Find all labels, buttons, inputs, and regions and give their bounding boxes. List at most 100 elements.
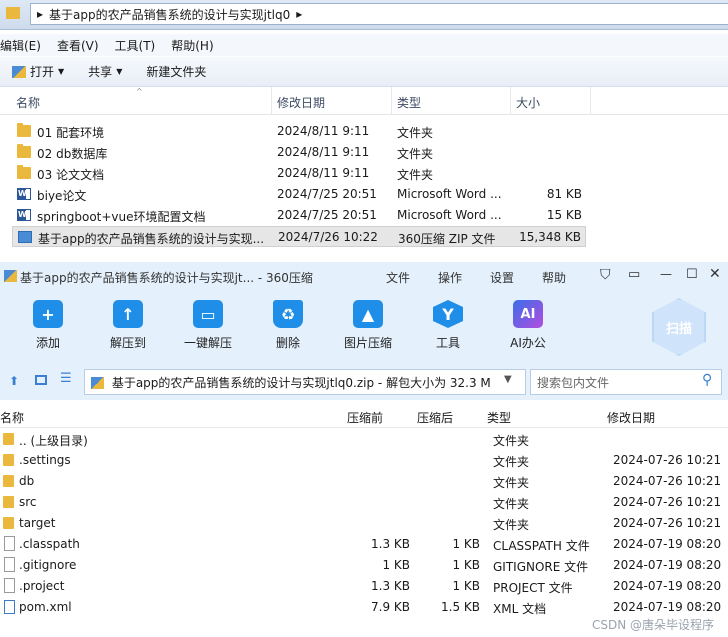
entry-size-before: 7.9 KB	[371, 600, 410, 614]
delete-icon: ♻	[273, 300, 303, 328]
image-compress-label: 图片压缩	[343, 336, 392, 350]
zip-menu-operate[interactable]: 操作	[438, 269, 462, 286]
column-type[interactable]: 类型	[397, 94, 421, 111]
address-path-text: 基于app的农产品销售系统的设计与实现jtlq0	[49, 7, 291, 22]
breadcrumb-dropdown-icon[interactable]: ▸	[296, 7, 302, 21]
xml-file-icon	[4, 600, 15, 614]
folder-icon	[17, 144, 31, 158]
zip-col-type[interactable]: 类型	[487, 409, 511, 426]
address-path[interactable]: ▸ 基于app的农产品销售系统的设计与实现jtlq0 ▸	[30, 3, 728, 25]
image-compress-button[interactable]: ▲ 图片压缩	[338, 300, 398, 358]
tools-label: 工具	[435, 336, 460, 350]
column-name[interactable]: 名称	[16, 94, 40, 111]
shirt-skin-icon[interactable]: ⛉	[600, 267, 611, 283]
image-compress-icon: ▲	[353, 300, 383, 328]
entry-size-before: 1.3 KB	[371, 537, 410, 551]
delete-button[interactable]: ♻ 删除	[258, 300, 318, 358]
close-icon[interactable]: ✕	[709, 266, 721, 282]
zip-entry-row[interactable]: src 文件夹 2024-07-26 10:21	[0, 492, 728, 513]
maximize-icon[interactable]: ☐	[686, 267, 698, 282]
list-view-icon[interactable]: ☰	[60, 371, 72, 386]
menu-view[interactable]: 查看(V)	[49, 37, 107, 54]
zip-column-header: 名称 压缩前 压缩后 类型 修改日期	[0, 404, 728, 428]
zip-entry-row[interactable]: db 文件夹 2024-07-26 10:21	[0, 471, 728, 492]
minimize-icon[interactable]: —	[660, 267, 672, 281]
file-type: Microsoft Word ...	[397, 208, 502, 222]
extract-to-button[interactable]: ↑ 解压到	[98, 300, 158, 358]
zip-entry-row[interactable]: .settings 文件夹 2024-07-26 10:21	[0, 450, 728, 471]
menu-tools[interactable]: 工具(T)	[107, 37, 164, 54]
zip-menu-file[interactable]: 文件	[386, 269, 410, 286]
entry-size-after: 1 KB	[452, 558, 480, 572]
file-icon	[4, 557, 15, 572]
zip-menu-settings[interactable]: 设置	[490, 269, 514, 286]
entry-name: .classpath	[19, 537, 80, 551]
explorer-toolbar: 打开 ▼ 共享 ▼ 新建文件夹	[0, 57, 728, 87]
scan-button[interactable]: 扫描	[652, 298, 706, 356]
breadcrumb-arrow-icon: ▸	[37, 7, 44, 21]
column-date[interactable]: 修改日期	[277, 94, 325, 111]
entry-name: src	[19, 495, 37, 509]
file-size: 15,348 KB	[519, 230, 581, 244]
path-dropdown-icon[interactable]: ▼	[504, 374, 512, 385]
entry-date: 2024-07-26 10:21	[613, 495, 722, 509]
file-row[interactable]: 02 db数据库 2024/8/11 9:11 文件夹	[12, 142, 586, 163]
entry-date: 2024-07-19 08:20	[613, 558, 722, 572]
zip-col-name[interactable]: 名称	[0, 409, 24, 426]
menu-help[interactable]: 帮助(H)	[163, 37, 221, 54]
tools-icon: Y	[433, 300, 463, 328]
zip-col-after[interactable]: 压缩后	[417, 409, 453, 426]
file-type: 360压缩 ZIP 文件	[398, 232, 496, 246]
file-row[interactable]: biye论文 2024/7/25 20:51 Microsoft Word ... 8…	[12, 184, 586, 205]
search-icon[interactable]: ⚲	[702, 372, 712, 388]
file-name: biye论文	[37, 189, 87, 203]
entry-type: XML 文档	[493, 602, 547, 616]
folder-icon	[3, 454, 14, 466]
zip-entry-row[interactable]: target 文件夹 2024-07-26 10:21	[0, 513, 728, 534]
file-size: 81 KB	[546, 187, 582, 201]
thumbnail-view-icon[interactable]	[35, 375, 47, 385]
share-button[interactable]: 共享 ▼	[76, 63, 134, 80]
entry-size-after: 1.5 KB	[441, 600, 480, 614]
chevron-down-icon: ▼	[58, 67, 65, 76]
zip-entry-row[interactable]: .gitignore 1 KB 1 KB GITIGNORE 文件 2024-07-19…	[0, 555, 728, 576]
ai-office-button[interactable]: AI AI办公	[498, 300, 558, 358]
open-button[interactable]: 打开 ▼	[0, 63, 76, 80]
share-label: 共享	[88, 65, 113, 79]
file-row[interactable]: springboot+vue环境配置文档 2024/7/25 20:51 Micro…	[12, 205, 586, 226]
new-folder-label: 新建文件夹	[146, 65, 207, 79]
tools-button[interactable]: Y 工具	[418, 300, 478, 358]
zip-entry-row[interactable]: .. (上级目录) 文件夹	[0, 429, 728, 450]
zip-title-bar: 基于app的农产品销售系统的设计与实现jt... - 360压缩 文件 操作 设…	[0, 262, 728, 292]
file-row[interactable]: 01 配套环境 2024/8/11 9:11 文件夹	[12, 121, 586, 142]
column-size[interactable]: 大小	[516, 94, 540, 111]
extract-to-label: 解压到	[109, 336, 146, 350]
zip-col-before[interactable]: 压缩前	[347, 409, 383, 426]
new-folder-button[interactable]: 新建文件夹	[134, 63, 218, 80]
zip-entry-row[interactable]: .project 1.3 KB 1 KB PROJECT 文件 2024-07-19 0…	[0, 576, 728, 597]
add-button[interactable]: + 添加	[18, 300, 78, 358]
zip-col-modified[interactable]: 修改日期	[607, 409, 655, 426]
watermark: CSDN @唐朵毕设程序	[592, 618, 715, 632]
zip-toolbar: + 添加 ↑ 解压到 ▭ 一键解压 ♻ 删除 ▲ 图片压缩 Y 工具 AI AI…	[0, 292, 728, 364]
entry-name: .gitignore	[19, 558, 77, 572]
word-doc-icon	[17, 188, 31, 200]
delete-label: 删除	[275, 336, 300, 350]
file-date: 2024/8/11 9:11	[277, 145, 370, 159]
zip-file-icon	[91, 377, 104, 389]
one-click-extract-button[interactable]: ▭ 一键解压	[178, 300, 238, 358]
zip-path-field[interactable]: 基于app的农产品销售系统的设计与实现jtlq0.zip - 解包大小为 32.…	[84, 369, 526, 395]
feedback-icon[interactable]: ▭	[628, 267, 640, 282]
zip-menu-help[interactable]: 帮助	[542, 269, 566, 286]
file-date: 2024/8/11 9:11	[277, 124, 370, 138]
file-row[interactable]: 03 论文文档 2024/8/11 9:11 文件夹	[12, 163, 586, 184]
entry-date: 2024-07-19 08:20	[613, 579, 722, 593]
zip-entry-row[interactable]: .classpath 1.3 KB 1 KB CLASSPATH 文件 2024-07-…	[0, 534, 728, 555]
file-row[interactable]: 基于app的农产品销售系统的设计与实现... 2024/7/26 10:22 360…	[12, 226, 586, 247]
file-name: 基于app的农产品销售系统的设计与实现...	[38, 232, 265, 246]
menu-edit[interactable]: 编辑(E)	[0, 37, 49, 54]
zip-search-input[interactable]: 搜索包内文件	[530, 369, 722, 395]
zip-entry-row[interactable]: pom.xml 7.9 KB 1.5 KB XML 文档 2024-07-19 08:2…	[0, 597, 728, 618]
up-arrow-icon[interactable]: ⬆	[9, 374, 19, 388]
entry-size-after: 1 KB	[452, 537, 480, 551]
